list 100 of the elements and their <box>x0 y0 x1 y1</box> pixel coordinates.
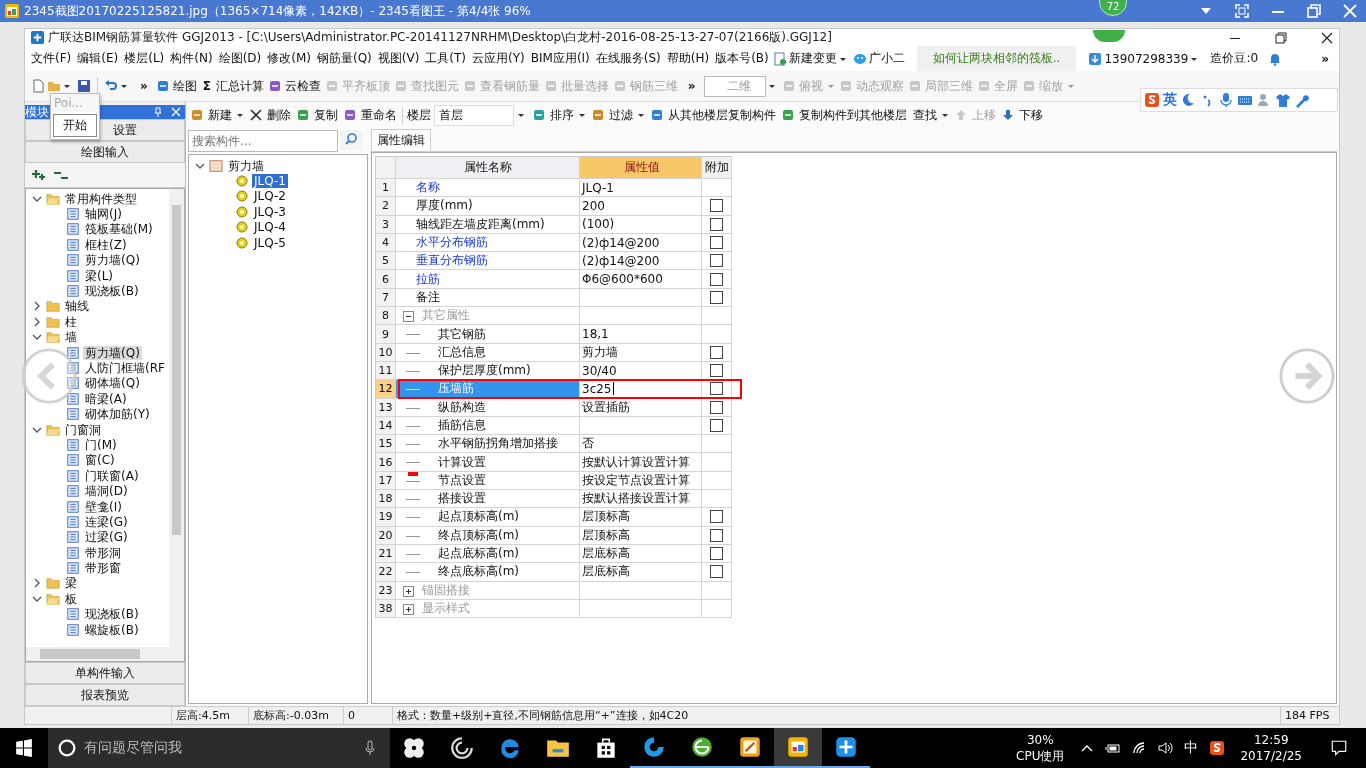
collapse-icon[interactable] <box>403 311 414 323</box>
expand-icon[interactable] <box>403 585 414 597</box>
undo-icon[interactable] <box>104 79 118 93</box>
property-value[interactable]: (100) <box>580 215 702 234</box>
tree-item[interactable]: 轴线 <box>63 299 91 314</box>
tree-item[interactable]: 带形洞 <box>83 545 123 560</box>
tree-item[interactable]: 框柱(Z) <box>83 237 129 252</box>
more-chevron[interactable]: » <box>1315 51 1335 66</box>
tree-item[interactable]: 梁 <box>63 576 79 591</box>
checkbox[interactable] <box>710 400 723 414</box>
menu-item[interactable]: 构件(N) <box>168 50 215 67</box>
properties-tab[interactable]: 属性编辑 <box>371 129 431 151</box>
empty-cell[interactable] <box>580 288 702 308</box>
checkbox[interactable] <box>710 345 723 359</box>
toolbar-button[interactable]: 复制构件到其他楼层 <box>798 104 909 126</box>
pinwheel-icon[interactable] <box>401 735 427 761</box>
property-value[interactable]: 按默认计算设置计算 <box>580 453 702 472</box>
tool-icon[interactable] <box>532 108 546 122</box>
menu-item[interactable]: 修改(M) <box>265 50 313 67</box>
shirt-icon[interactable] <box>1275 92 1291 108</box>
microphone-icon[interactable] <box>1218 92 1234 108</box>
toolbar-button[interactable]: 绘图 <box>171 75 199 97</box>
menu-item[interactable]: 版本号(B) <box>713 50 771 67</box>
tree-item[interactable]: JLQ-3 <box>252 204 288 219</box>
tree-item[interactable]: 砌体墙(Q) <box>83 376 142 391</box>
ring-icon[interactable] <box>58 739 76 757</box>
notification-icon[interactable] <box>1330 739 1348 757</box>
toolbar-button[interactable]: 排序 <box>549 104 588 126</box>
tool-icon[interactable] <box>190 108 204 122</box>
module-button[interactable]: 报表预览 <box>25 684 185 706</box>
empty-cell[interactable] <box>580 581 702 600</box>
tree-item[interactable]: 轴网(J) <box>83 207 124 222</box>
property-value[interactable]: 30/40 <box>580 361 702 381</box>
arrow-down-icon[interactable] <box>1001 108 1015 122</box>
property-value[interactable]: 按默认搭接设置计算 <box>580 490 702 509</box>
cross-icon[interactable] <box>249 108 263 122</box>
menu-item[interactable]: 视图(V) <box>375 50 422 67</box>
menu-item[interactable]: 工具(T) <box>423 50 469 67</box>
tree-item[interactable]: 过梁(G) <box>83 530 130 545</box>
tree-item[interactable]: 壁龛(I) <box>83 499 124 514</box>
empty-cell[interactable] <box>580 416 702 436</box>
bell-icon[interactable] <box>1268 51 1283 66</box>
menu-item[interactable]: 楼层(L) <box>122 50 167 67</box>
toolbar-button[interactable]: 新建 <box>207 104 246 126</box>
menu-item[interactable]: 在线服务(S) <box>593 50 663 67</box>
property-value[interactable]: 设置插筋 <box>580 398 702 417</box>
checkbox[interactable] <box>710 528 723 542</box>
checkbox[interactable] <box>710 547 723 561</box>
checkbox[interactable] <box>710 290 723 304</box>
checkbox[interactable] <box>710 510 723 524</box>
property-value[interactable]: (2)ф14@200 <box>580 233 702 253</box>
expand-icon[interactable] <box>403 603 414 615</box>
document-icon[interactable] <box>31 79 45 93</box>
tree-item[interactable]: 人防门框墙(RF <box>83 361 167 375</box>
menu-item[interactable]: 绘图(D) <box>216 50 264 67</box>
toolbar-button[interactable]: 下移 <box>1018 104 1045 126</box>
tree-item[interactable]: 门联窗(A) <box>83 468 141 483</box>
tool-icon[interactable] <box>591 108 605 122</box>
tree-item[interactable]: 螺旋板(B) <box>83 622 141 637</box>
tree-item[interactable]: 剪力墙(Q) <box>83 345 142 360</box>
tree-item[interactable]: JLQ-4 <box>252 220 288 235</box>
more-chevron[interactable]: » <box>134 79 154 93</box>
property-value[interactable]: 200 <box>580 197 702 216</box>
search-icon[interactable] <box>340 130 362 150</box>
tree-item[interactable]: 板 <box>63 591 79 606</box>
taskbar-search-field[interactable]: 有问题尽管问我 <box>84 739 182 757</box>
menu-item[interactable]: 钢筋量(Q) <box>314 50 374 67</box>
restore-icon[interactable] <box>1306 3 1322 19</box>
tree-item[interactable]: 砌体加筋(Y) <box>83 407 152 422</box>
tree-item[interactable]: JLQ-5 <box>252 235 288 250</box>
tool-icon[interactable] <box>343 108 357 122</box>
menu-item[interactable]: 帮助(H) <box>664 50 712 67</box>
property-value[interactable]: 否 <box>580 435 702 454</box>
toolbar-button[interactable]: 过滤 <box>608 104 647 126</box>
chevron-right-icon[interactable] <box>32 301 42 312</box>
toolbar-button[interactable]: 复制 <box>313 104 340 126</box>
property-value[interactable]: 按设定节点设置计算 <box>580 471 702 491</box>
tree-item[interactable]: 剪力墙(Q) <box>83 253 142 268</box>
tool-icon[interactable] <box>296 108 310 122</box>
menu-item[interactable]: BIM应用(I) <box>528 50 592 67</box>
property-value[interactable]: 层底标高 <box>580 563 702 582</box>
caret-icon[interactable] <box>236 111 244 119</box>
restore-icon[interactable] <box>1275 31 1287 44</box>
ime-language[interactable]: 英 <box>1163 91 1177 109</box>
menu-item[interactable]: 文件(F) <box>29 50 74 67</box>
tool-icon[interactable] <box>781 108 795 122</box>
menu-item[interactable]: 云应用(Y) <box>470 50 527 67</box>
sogou-icon[interactable] <box>1209 740 1226 756</box>
tree-item[interactable]: 墙 <box>63 330 79 345</box>
wrench-icon[interactable] <box>1294 92 1310 108</box>
checkbox[interactable] <box>710 272 723 286</box>
checkbox[interactable] <box>710 217 723 231</box>
toolbar-button[interactable]: 重命名 <box>360 104 399 126</box>
sigma-icon[interactable]: Σ <box>200 79 213 93</box>
clock-date[interactable]: 2017/2/25 <box>1240 748 1302 764</box>
tree-item[interactable]: 门窗洞 <box>63 422 103 437</box>
property-value[interactable]: 3c25 <box>580 380 702 399</box>
swirl-icon[interactable] <box>449 735 475 761</box>
tool-icon[interactable] <box>267 79 282 93</box>
windows-icon[interactable] <box>15 739 33 757</box>
